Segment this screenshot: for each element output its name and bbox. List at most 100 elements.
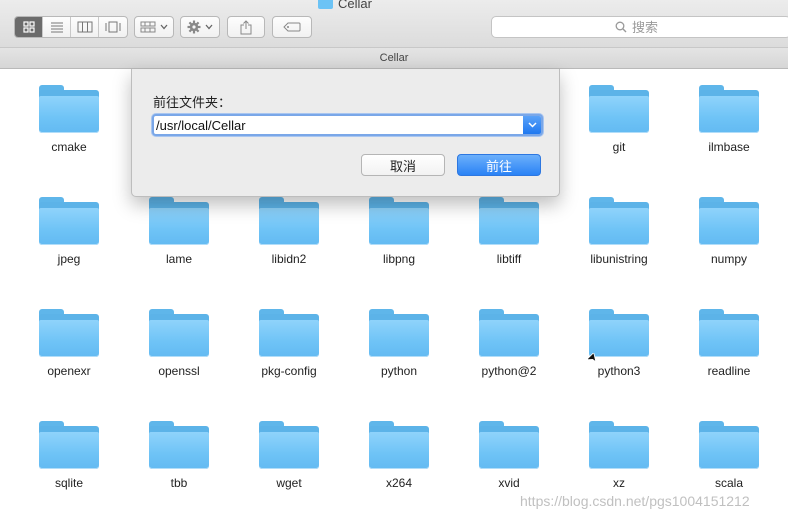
share-icon xyxy=(240,19,252,34)
folder-icon xyxy=(259,197,319,245)
folder-icon xyxy=(39,197,99,245)
share-button[interactable] xyxy=(227,16,265,38)
folder-item[interactable]: python xyxy=(349,293,449,393)
folder-item[interactable]: openssl xyxy=(129,293,229,393)
folder-label: scala xyxy=(714,476,743,490)
folder-item[interactable]: openexr xyxy=(19,293,119,393)
folder-icon xyxy=(149,421,209,469)
gallery-icon xyxy=(105,21,121,33)
folder-item[interactable]: python3 xyxy=(569,293,669,393)
chevron-down-icon xyxy=(205,24,213,30)
folder-label: openssl xyxy=(158,364,200,378)
chevron-down-icon xyxy=(527,122,537,128)
folder-label: git xyxy=(612,140,626,154)
folder-label: numpy xyxy=(710,252,748,266)
folder-label: libpng xyxy=(382,252,416,266)
columns-icon xyxy=(77,21,92,33)
path-dropdown-button[interactable] xyxy=(523,116,541,134)
folder-item[interactable]: git xyxy=(569,69,669,169)
tag-button[interactable] xyxy=(272,16,312,38)
path-input[interactable] xyxy=(154,116,522,134)
go-to-folder-dialog: 前往文件夹： 取消 前往 xyxy=(131,69,560,197)
column-view-button[interactable] xyxy=(71,17,99,37)
folder-icon xyxy=(259,309,319,357)
grid-icon xyxy=(22,21,35,33)
action-menu-button[interactable] xyxy=(180,16,220,38)
folder-icon xyxy=(259,421,319,469)
folder-label: cmake xyxy=(51,140,87,154)
watermark: https://blog.csdn.net/pgs1004151212 xyxy=(520,493,750,509)
search-field[interactable] xyxy=(491,16,788,38)
tag-icon xyxy=(283,22,301,32)
view-mode-control xyxy=(14,16,128,38)
folder-icon xyxy=(369,197,429,245)
toolbar: Cellar xyxy=(0,0,788,48)
path-bar: Cellar xyxy=(0,48,788,69)
folder-item[interactable]: wget xyxy=(239,405,339,505)
folder-label: libtiff xyxy=(496,252,522,266)
folder-item[interactable]: python@2 xyxy=(459,293,559,393)
window-title-text: Cellar xyxy=(338,0,372,11)
folder-item[interactable]: pkg-config xyxy=(239,293,339,393)
chevron-down-icon xyxy=(160,24,168,30)
folder-label: pkg-config xyxy=(261,364,317,378)
folder-item[interactable]: xz xyxy=(569,405,669,505)
folder-label: sqlite xyxy=(54,476,83,490)
folder-icon xyxy=(369,309,429,357)
folder-icon xyxy=(149,197,209,245)
go-button[interactable]: 前往 xyxy=(457,154,541,176)
folder-label: libidn2 xyxy=(271,252,307,266)
folder-icon xyxy=(589,85,649,133)
folder-label: openexr xyxy=(47,364,91,378)
cancel-button[interactable]: 取消 xyxy=(361,154,445,176)
path-combo-box[interactable] xyxy=(152,114,543,136)
list-view-button[interactable] xyxy=(43,17,71,37)
folder-icon xyxy=(589,309,649,357)
gallery-view-button[interactable] xyxy=(99,17,127,37)
gear-icon xyxy=(187,20,201,34)
folder-label: python@2 xyxy=(481,364,537,378)
folder-icon xyxy=(149,309,209,357)
folder-label: tbb xyxy=(170,476,188,490)
folder-label: lame xyxy=(165,252,192,266)
folder-icon xyxy=(369,421,429,469)
folder-item[interactable]: x264 xyxy=(349,405,449,505)
dialog-title: 前往文件夹： xyxy=(153,95,232,110)
folder-icon xyxy=(699,421,759,469)
folder-icon xyxy=(479,197,539,245)
folder-label: readline xyxy=(707,364,751,378)
mouse-cursor-icon xyxy=(588,353,597,363)
folder-icon xyxy=(39,421,99,469)
folder-label: ilmbase xyxy=(708,140,750,154)
search-input[interactable] xyxy=(632,19,752,35)
folder-icon xyxy=(39,309,99,357)
folder-icon xyxy=(589,421,649,469)
folder-label: python xyxy=(380,364,418,378)
folder-label: xz xyxy=(613,476,625,490)
folder-item[interactable]: ilmbase xyxy=(679,69,779,169)
folder-item[interactable]: jpeg xyxy=(19,181,119,281)
folder-label: jpeg xyxy=(57,252,81,266)
folder-item[interactable]: tbb xyxy=(129,405,229,505)
folder-icon xyxy=(699,85,759,133)
folder-icon xyxy=(479,309,539,357)
folder-icon xyxy=(39,85,99,133)
group-by-button[interactable] xyxy=(134,16,174,38)
folder-item[interactable]: numpy xyxy=(679,181,779,281)
folder-icon xyxy=(589,197,649,245)
folder-label: python3 xyxy=(597,364,641,378)
folder-item[interactable]: cmake xyxy=(19,69,119,169)
icon-view-button[interactable] xyxy=(15,17,43,37)
folder-label: wget xyxy=(276,476,302,490)
folder-item[interactable]: xvid xyxy=(459,405,559,505)
window-title: Cellar xyxy=(318,0,372,11)
folder-icon xyxy=(318,0,333,9)
folder-label: libunistring xyxy=(590,252,648,266)
folder-icon xyxy=(699,309,759,357)
folder-item[interactable]: scala xyxy=(679,405,779,505)
path-bar-label: Cellar xyxy=(379,52,409,64)
list-icon xyxy=(50,22,63,33)
folder-item[interactable]: sqlite xyxy=(19,405,119,505)
folder-item[interactable]: libunistring xyxy=(569,181,669,281)
folder-item[interactable]: readline xyxy=(679,293,779,393)
